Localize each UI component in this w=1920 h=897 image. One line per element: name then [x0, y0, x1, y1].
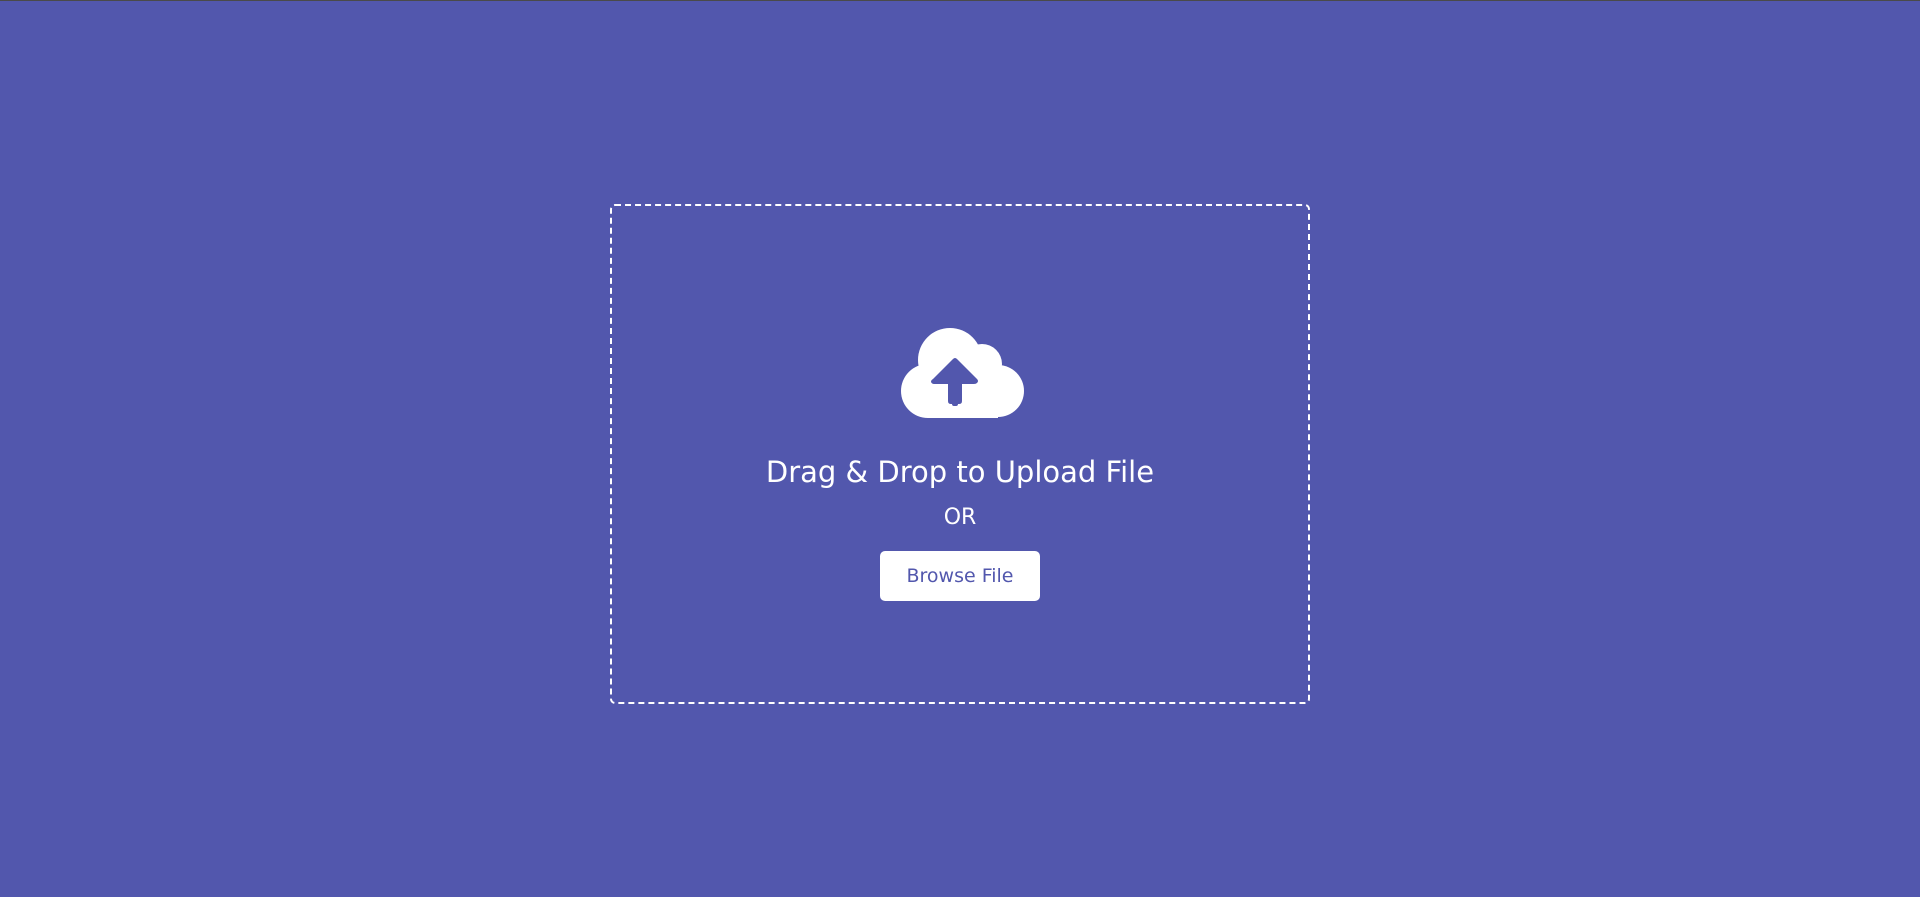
cloud-upload-icon — [901, 328, 1024, 418]
drop-title: Drag & Drop to Upload File — [765, 455, 1155, 489]
browse-file-button[interactable]: Browse File — [880, 551, 1040, 601]
or-separator: OR — [943, 505, 977, 530]
drop-zone[interactable]: Drag & Drop to Upload File OR Browse Fil… — [610, 204, 1310, 704]
